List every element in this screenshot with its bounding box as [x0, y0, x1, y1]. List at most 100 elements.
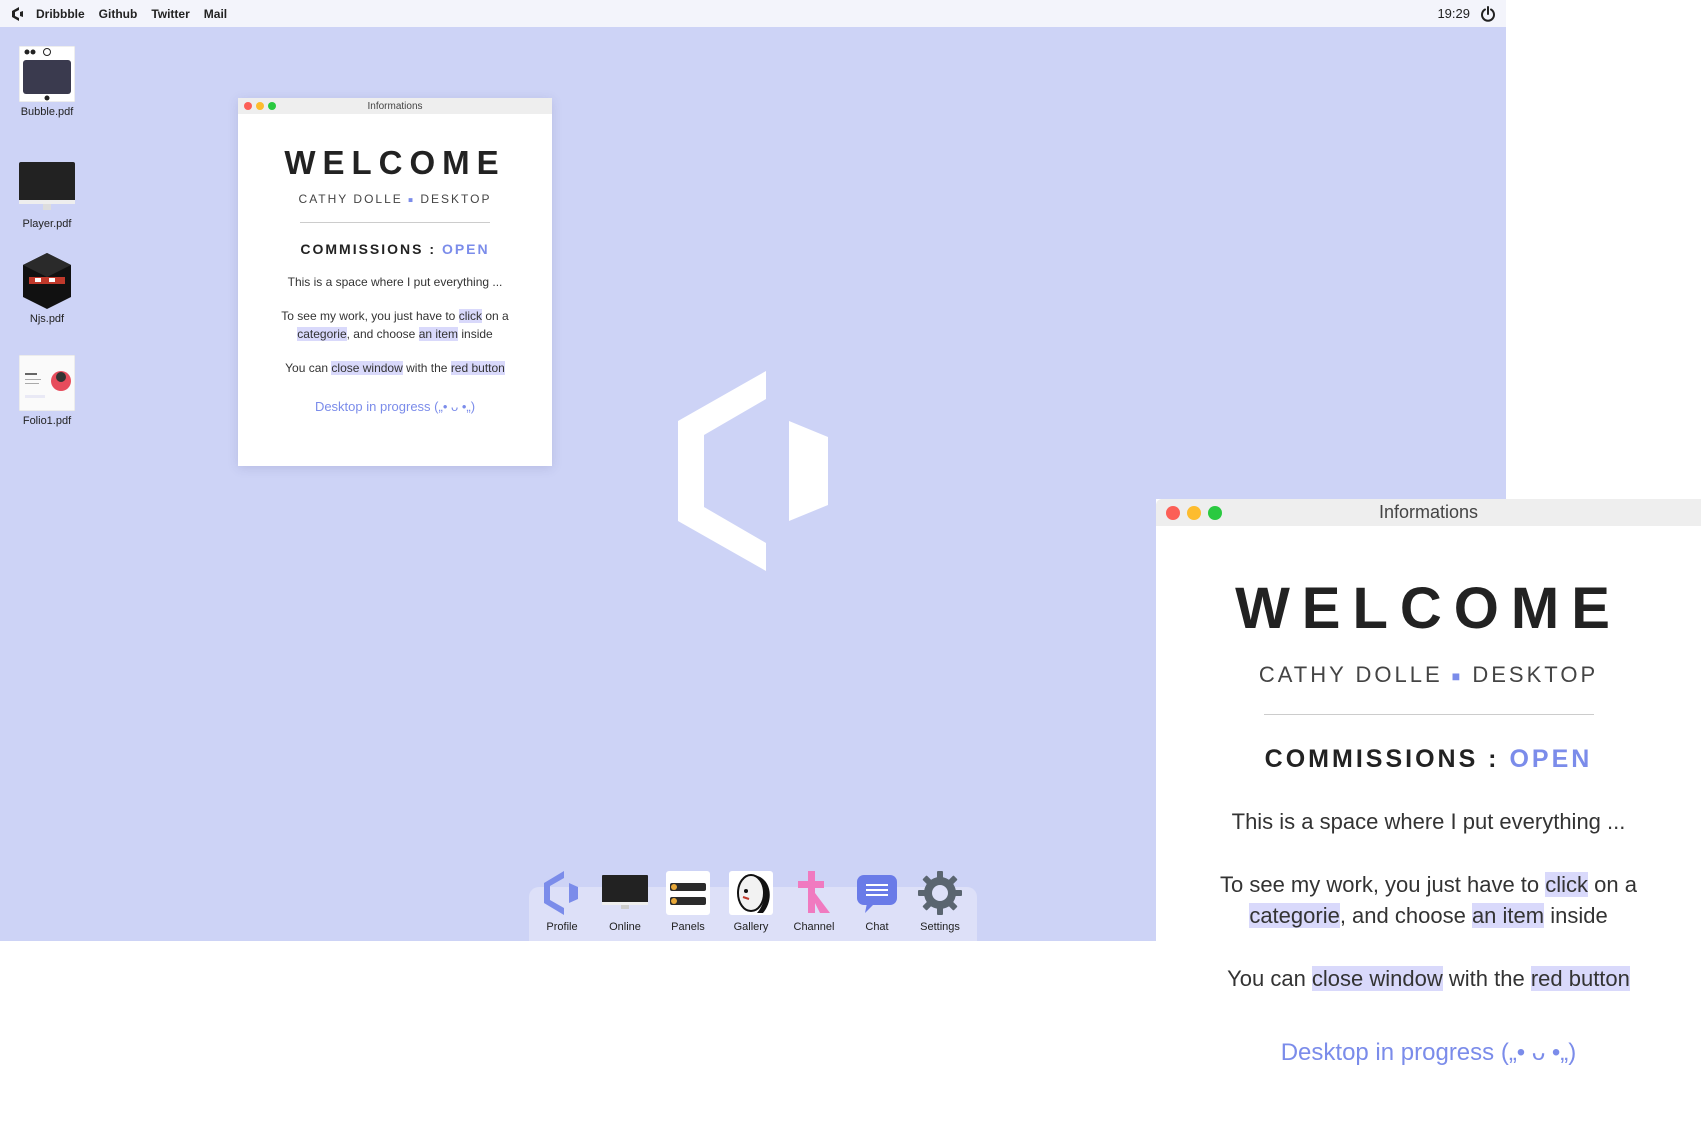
- close-instructions-text: You can close window with the red button: [1156, 963, 1701, 994]
- instructions-text: To see my work, you just have to click o…: [1156, 869, 1701, 931]
- profile-logo-icon: [544, 871, 578, 915]
- clock: 19:29: [1437, 6, 1470, 21]
- subtitle-desktop: DESKTOP: [420, 192, 492, 206]
- instructions-text: To see my work, you just have to click o…: [238, 307, 552, 343]
- chat-bubble-icon: [857, 875, 897, 913]
- window-controls: [1166, 506, 1222, 520]
- desktop-icon-bubble[interactable]: Bubble.pdf: [14, 46, 80, 118]
- power-icon[interactable]: [1480, 5, 1496, 22]
- text-segment: inside: [458, 327, 493, 341]
- window-title: Informations: [1378, 502, 1479, 522]
- highlight-close-window: close window: [331, 361, 403, 375]
- commissions-status: COMMISSIONS : OPEN: [1156, 745, 1701, 774]
- window-title: Informations: [367, 100, 423, 112]
- text-segment: To see my work, you just have to: [1220, 872, 1546, 897]
- menu-mail[interactable]: Mail: [204, 7, 227, 21]
- minimize-button[interactable]: [256, 102, 264, 110]
- dock-label: Online: [609, 921, 641, 933]
- window-titlebar[interactable]: Informations: [238, 98, 552, 114]
- dock-label: Panels: [671, 921, 705, 933]
- window-controls: [244, 102, 276, 110]
- subtitle-name: CATHY DOLLE: [1258, 662, 1443, 687]
- menu-bar: Dribbble Github Twitter Mail 19:29: [0, 0, 1506, 27]
- bubble-file-icon: [19, 46, 75, 102]
- menu-github[interactable]: Github: [99, 7, 138, 21]
- intro-text: This is a space where I put everything .…: [287, 275, 503, 289]
- close-instructions-text: You can close window with the red button: [238, 359, 552, 377]
- highlight-item: an item: [1471, 903, 1545, 928]
- center-logo-icon: [678, 371, 828, 571]
- subtitle-desktop: DESKTOP: [1472, 662, 1599, 687]
- welcome-heading: WELCOME: [284, 144, 506, 181]
- text-segment: with the: [402, 361, 451, 375]
- monitor-icon: [19, 162, 75, 210]
- info-window-large: Informations WELCOME CATHY DOLLE ■ DESKT…: [1156, 499, 1701, 1141]
- commissions-open: OPEN: [441, 241, 490, 257]
- text-segment: with the: [1442, 966, 1531, 991]
- dock-item-online[interactable]: Online: [597, 869, 653, 933]
- subtitle: CATHY DOLLE ■ DESKTOP: [238, 192, 552, 206]
- monitor-icon: [602, 875, 648, 909]
- dock-item-profile[interactable]: Profile: [534, 869, 590, 933]
- desktop-icon-player[interactable]: Player.pdf: [14, 158, 80, 230]
- ninja-cube-icon: [23, 253, 71, 309]
- dock-item-channel[interactable]: Channel: [786, 869, 842, 933]
- gallery-portrait-icon: [729, 871, 773, 915]
- desktop-icon-njs[interactable]: Njs.pdf: [14, 253, 80, 325]
- highlight-red-button: red button: [1530, 966, 1630, 991]
- text-segment: , and choose: [346, 327, 419, 341]
- dock-label: Gallery: [733, 921, 769, 933]
- dock-label: Settings: [920, 921, 960, 933]
- window-titlebar[interactable]: Informations: [1156, 499, 1701, 526]
- dock-item-settings[interactable]: Settings: [912, 869, 968, 933]
- minimize-button[interactable]: [1187, 506, 1201, 520]
- commissions-label: COMMISSIONS :: [1264, 745, 1500, 773]
- welcome-heading: WELCOME: [1235, 576, 1622, 641]
- desktop-icon-label: Bubble.pdf: [20, 106, 74, 118]
- text-segment: inside: [1544, 903, 1608, 928]
- highlight-click: click: [1545, 872, 1589, 897]
- divider: [300, 222, 490, 223]
- subtitle-separator: ■: [1451, 668, 1464, 685]
- maximize-button[interactable]: [1208, 506, 1222, 520]
- maximize-button[interactable]: [268, 102, 276, 110]
- text-segment: To see my work, you just have to: [281, 309, 459, 323]
- panels-icon: [666, 871, 710, 915]
- dock-label: Chat: [865, 921, 889, 933]
- progress-link[interactable]: Desktop in progress („• ᴗ •„): [1156, 1039, 1701, 1067]
- divider: [1263, 714, 1594, 715]
- subtitle-name: CATHY DOLLE: [298, 192, 403, 206]
- menu-twitter[interactable]: Twitter: [151, 7, 189, 21]
- text-segment: , and choose: [1339, 903, 1472, 928]
- close-button[interactable]: [1166, 506, 1180, 520]
- dock-item-gallery[interactable]: Gallery: [723, 869, 779, 933]
- highlight-categorie: categorie: [297, 327, 347, 341]
- channel-icon: [798, 871, 830, 913]
- highlight-categorie: categorie: [1249, 903, 1340, 928]
- intro-text: This is a space where I put everything .…: [1231, 809, 1626, 834]
- dock-label: Profile: [546, 921, 578, 933]
- info-window: Informations WELCOME CATHY DOLLE ■ DESKT…: [238, 98, 552, 466]
- highlight-item: an item: [418, 327, 459, 341]
- text-segment: on a: [482, 309, 509, 323]
- dock: Profile Online Panels Gallery Channel Ch…: [529, 871, 977, 941]
- dock-item-panels[interactable]: Panels: [660, 869, 716, 933]
- dock-item-chat[interactable]: Chat: [849, 869, 905, 933]
- highlight-close-window: close window: [1311, 966, 1443, 991]
- folio-thumbnail-icon: [19, 355, 75, 411]
- desktop-icon-folio[interactable]: Folio1.pdf: [14, 355, 80, 427]
- dock-label: Channel: [793, 921, 835, 933]
- close-button[interactable]: [244, 102, 252, 110]
- commissions-label: COMMISSIONS :: [300, 241, 437, 257]
- window-content: WELCOME CATHY DOLLE ■ DESKTOP COMMISSION…: [238, 144, 552, 414]
- commissions-status: COMMISSIONS : OPEN: [238, 241, 552, 257]
- window-content: WELCOME CATHY DOLLE ■ DESKTOP COMMISSION…: [1156, 575, 1701, 1067]
- menu-dribbble[interactable]: Dribbble: [36, 7, 85, 21]
- highlight-red-button: red button: [450, 361, 505, 375]
- commissions-open: OPEN: [1509, 745, 1593, 773]
- subtitle: CATHY DOLLE ■ DESKTOP: [1156, 662, 1701, 688]
- progress-link[interactable]: Desktop in progress („• ᴗ •„): [238, 399, 552, 414]
- app-logo-icon[interactable]: [10, 6, 26, 22]
- desktop-icon-label: Njs.pdf: [29, 313, 65, 325]
- text-segment: on a: [1588, 872, 1637, 897]
